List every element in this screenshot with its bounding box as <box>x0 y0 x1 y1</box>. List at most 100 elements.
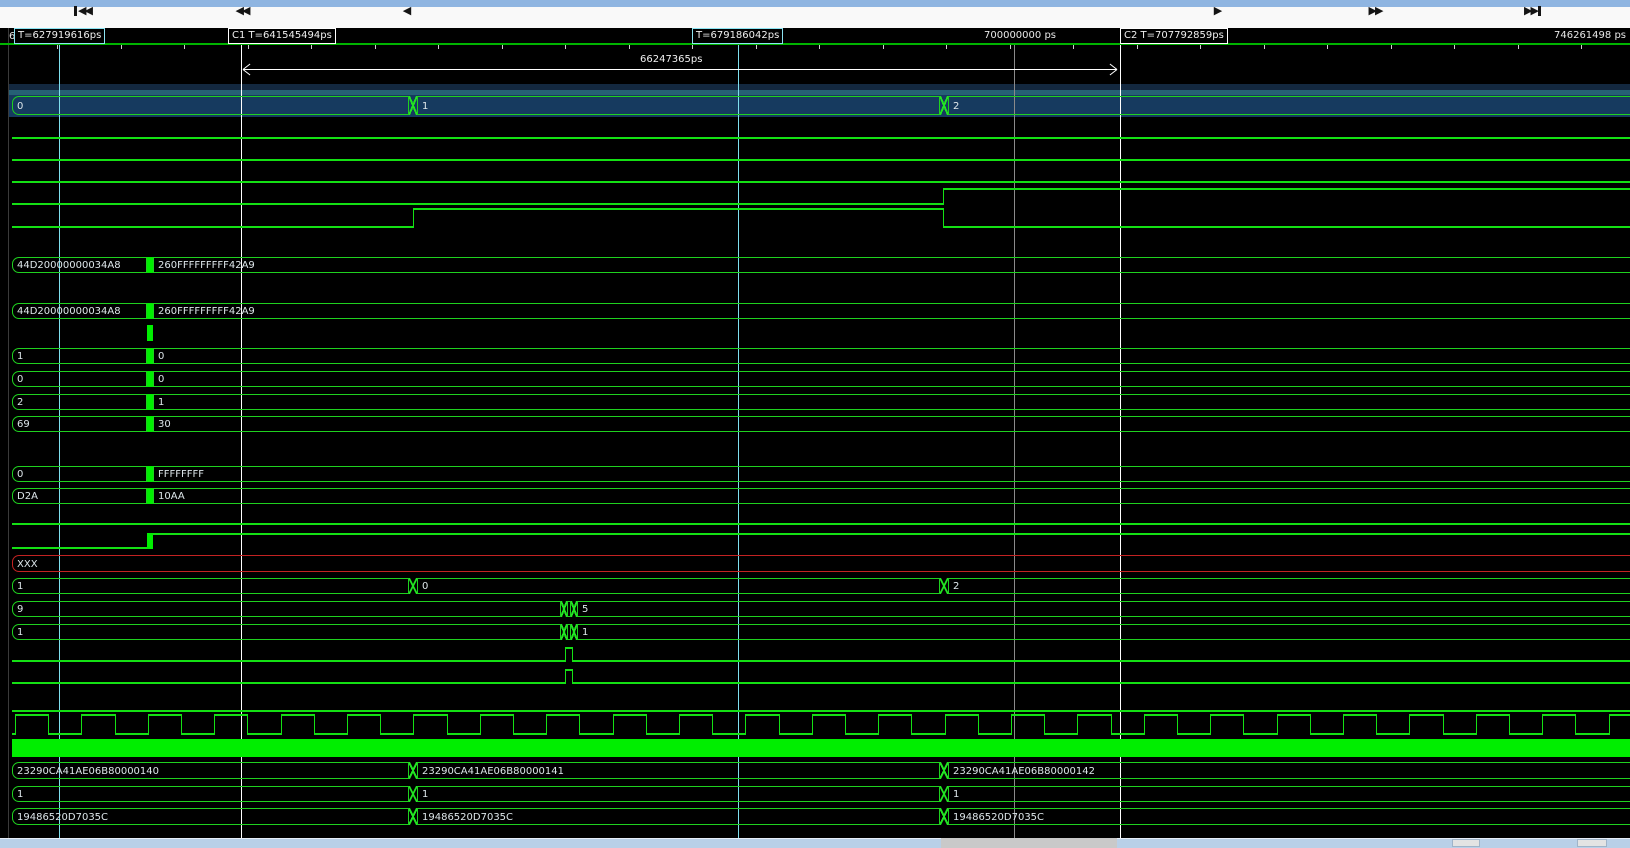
step-back-icon: ◀ <box>403 4 409 17</box>
bus-value-label: 1 <box>158 398 164 408</box>
clock-line <box>613 714 646 716</box>
clock-line <box>1509 733 1542 735</box>
ruler-tick <box>184 45 185 49</box>
clock-line <box>1077 714 1110 716</box>
ruler-tick <box>883 45 884 49</box>
step-back-button[interactable]: ◀ <box>392 0 420 21</box>
clock-edge <box>1343 714 1344 735</box>
bus-segment <box>417 786 940 802</box>
clock-line <box>115 733 148 735</box>
skip-to-start-icon: ◀◀ <box>78 4 91 17</box>
bus-segment <box>153 488 1630 504</box>
bus-transition-x <box>409 96 417 115</box>
bus-transition-x <box>940 786 948 802</box>
c1-marker-line[interactable] <box>241 45 242 838</box>
clock-edge <box>613 714 614 735</box>
ruler-tick <box>311 45 312 49</box>
bus-segment <box>153 466 1630 482</box>
clock-line <box>81 714 114 716</box>
bus-segment <box>12 624 561 640</box>
clock-line <box>1310 733 1343 735</box>
fast-forward-icon: ▶▶ <box>1369 4 1382 17</box>
marker-time-box[interactable]: T=627919616ps <box>14 28 105 44</box>
bus-segment <box>417 578 940 594</box>
signal-line <box>12 710 1630 712</box>
bus-value-label: 0 <box>158 375 164 385</box>
ruler-tick <box>629 45 630 49</box>
clock-line <box>380 733 413 735</box>
bus-value-label: 9 <box>17 605 23 615</box>
ruler-tick <box>502 45 503 49</box>
bus-value-label: 19486520D7035C <box>953 813 1044 823</box>
clock-line <box>1443 733 1476 735</box>
signal-edge <box>565 647 566 662</box>
secondary-marker-line[interactable] <box>738 45 739 838</box>
timeline-grid-time-label: 700000000 ps <box>984 30 1056 41</box>
bus-segment <box>12 371 147 387</box>
bus-segment <box>577 601 1630 617</box>
bus-segment <box>12 578 409 594</box>
ruler-tick <box>692 45 693 49</box>
clock-line <box>1243 733 1276 735</box>
clock-line <box>1177 733 1210 735</box>
transition-mark <box>147 325 153 341</box>
bus-transition-x <box>940 96 948 115</box>
clock-line <box>1044 733 1077 735</box>
clock-edge <box>1575 714 1576 735</box>
ruler-tick <box>946 45 947 49</box>
bus-segment <box>948 786 1630 802</box>
bus-segment <box>153 416 1630 432</box>
ruler-tick <box>438 45 439 49</box>
clock-edge <box>148 714 149 735</box>
signal-line <box>12 226 413 228</box>
bus-transition-x <box>409 808 417 825</box>
arrowhead-icon <box>243 69 251 75</box>
clock-line <box>513 733 546 735</box>
bus-segment <box>948 808 1630 825</box>
bus-value-label: 10AA <box>158 492 185 502</box>
bus-transition-x <box>571 624 577 640</box>
clock-line <box>712 733 745 735</box>
clock-edge <box>247 714 248 735</box>
skip-to-start-button[interactable]: ◀◀ <box>66 0 98 21</box>
horizontal-scrollbar[interactable] <box>0 838 1630 848</box>
ruler-tick <box>121 45 122 49</box>
marker-time-box[interactable]: C1 T=641545494ps <box>228 28 336 44</box>
fast-forward-button[interactable]: ▶▶ <box>1359 0 1391 21</box>
primary-marker-line[interactable] <box>59 45 60 838</box>
signal-line <box>572 660 1630 662</box>
clock-line <box>1575 733 1608 735</box>
marker-time-box[interactable]: T=679186042ps <box>692 28 783 44</box>
clock-line <box>1476 714 1509 716</box>
clock-line <box>1542 714 1575 716</box>
bus-transition-bar <box>147 371 153 387</box>
signal-line <box>12 682 565 684</box>
bus-value-label: 1 <box>953 790 959 800</box>
marker-time-box[interactable]: C2 T=707792859ps <box>1120 28 1228 44</box>
clock-edge <box>1011 714 1012 735</box>
ruler-tick <box>819 45 820 49</box>
scrollbar-widget[interactable] <box>1577 839 1607 847</box>
bus-segment <box>12 786 409 802</box>
clock-line <box>579 733 612 735</box>
clock-line <box>48 733 81 735</box>
ruler-tick <box>1518 45 1519 49</box>
scrollbar-gray-section[interactable] <box>941 838 1117 848</box>
clock-edge <box>1277 714 1278 735</box>
scrollbar-widget[interactable] <box>1452 839 1480 847</box>
bus-value-label: 260FFFFFFFFF42A9 <box>158 307 255 317</box>
clock-line <box>646 733 679 735</box>
signal-line <box>153 533 1630 535</box>
clock-edge <box>712 714 713 735</box>
c2-marker-line[interactable] <box>1120 45 1121 838</box>
bus-segment <box>153 394 1630 410</box>
skip-to-end-button[interactable]: ▶▶ <box>1517 0 1549 21</box>
fast-rewind-button[interactable]: ◀◀ <box>226 0 258 21</box>
step-forward-button[interactable]: ▶ <box>1203 0 1231 21</box>
signal-line <box>572 682 1630 684</box>
bus-value-label: 0 <box>17 102 23 112</box>
bus-value-label: 19486520D7035C <box>17 813 108 823</box>
clock-edge <box>1443 714 1444 735</box>
clock-edge <box>779 714 780 735</box>
clock-edge <box>579 714 580 735</box>
